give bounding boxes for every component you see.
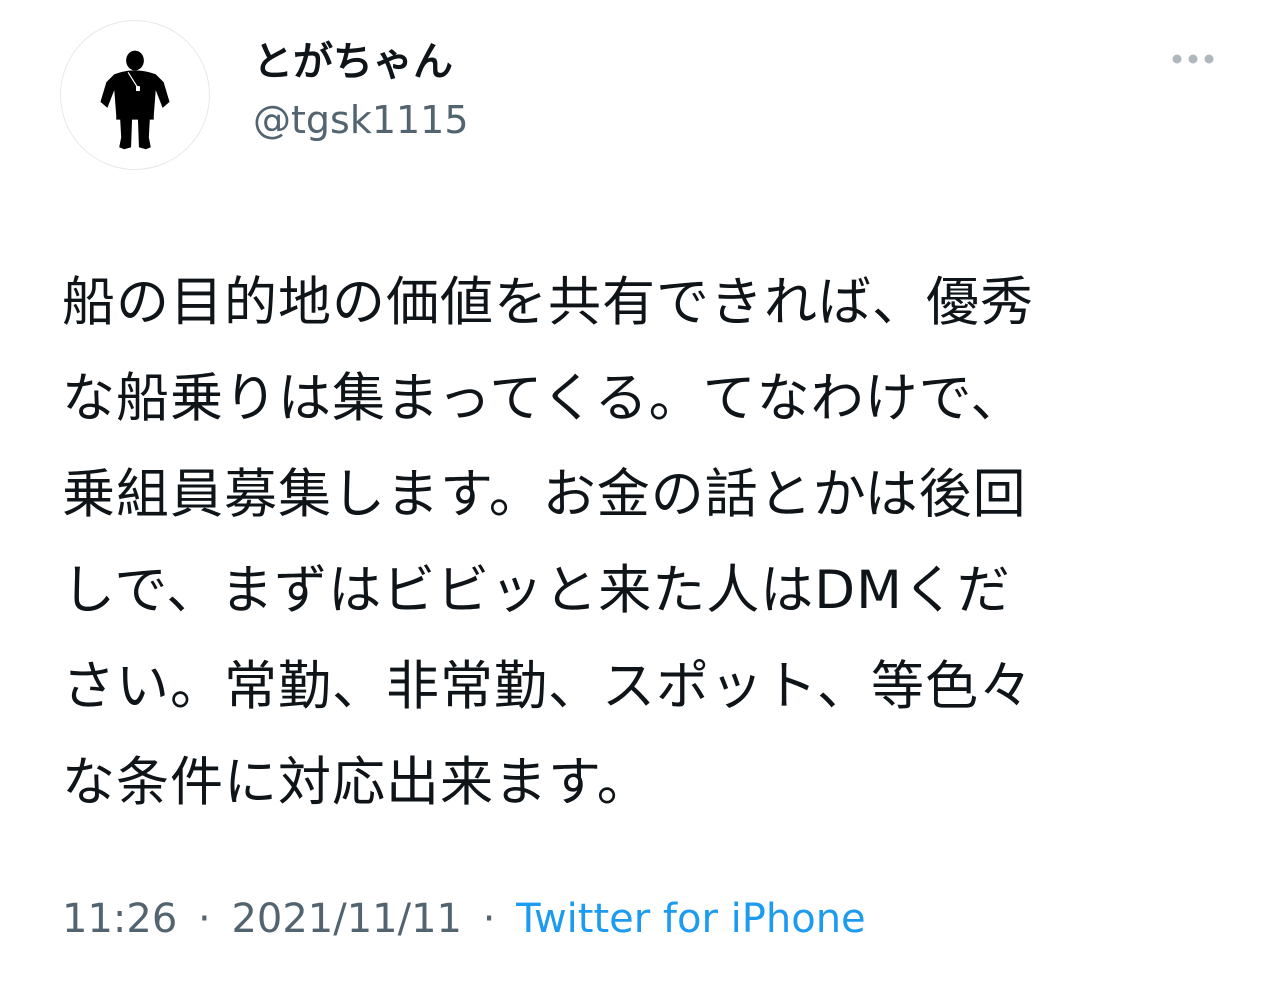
tweet-date[interactable]: 2021/11/11 [231,896,462,942]
tweet-text-line: しで、まずはビビッと来た人はDMくだ [62,560,1011,621]
tweet-text-line: 乗組員募集します。お金の話とかは後回 [62,464,1027,525]
avatar[interactable] [60,20,210,170]
tweet-text-line: な条件に対応出来ます。 [62,752,651,813]
meta-separator: · [482,896,496,942]
display-name[interactable]: とがちゃん [253,36,453,88]
tweet-text-line: さい。常勤、非常勤、スポット、等色々 [62,656,1033,717]
tweet-source-link[interactable]: Twitter for iPhone [516,896,866,942]
tweet-text: 船の目的地の価値を共有できれば、優秀 な船乗りは集まってくる。てなわけで、 乗組… [62,255,1232,831]
tweet-time[interactable]: 11:26 [62,896,177,942]
tweet-text-line: な船乗りは集まってくる。てなわけで、 [62,368,1025,429]
more-options-button[interactable] [1168,44,1218,74]
user-handle[interactable]: @tgsk1115 [253,96,469,144]
tweet-text-line: 船の目的地の価値を共有できれば、優秀 [62,272,1034,333]
tweet-meta: 11:26 · 2021/11/11 · Twitter for iPhone [62,893,866,945]
meta-separator: · [198,896,211,942]
silhouette-person-icon [100,50,170,150]
more-dots-icon [1172,54,1214,64]
